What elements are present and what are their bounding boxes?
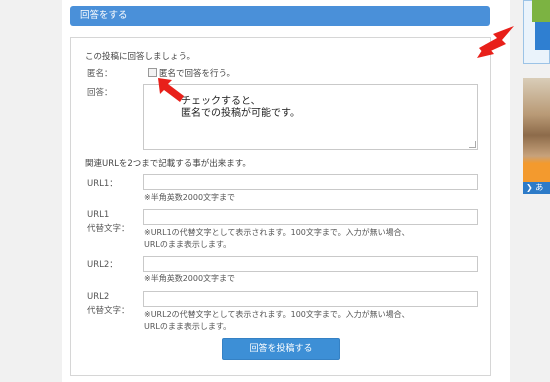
annotation-text-line1: チェックすると、 [181,96,261,107]
sidebar-green-tab[interactable] [532,0,550,22]
resize-grip-icon[interactable] [469,141,476,148]
url1-alt-hint-line1: ※URL1の代替文字として表示されます。100文字まで。入力が無い場合、 [144,228,410,237]
annotation-text-line2: 匿名での投稿が可能です。 [181,108,300,119]
url2-alt-hint-line1: ※URL2の代替文字として表示されます。100文字まで。入力が無い場合、 [144,310,410,319]
url1-alt-label-line2: 代替文字： [87,224,130,234]
url1-input[interactable] [143,174,478,190]
url2-hint: ※半角英数2000文字まで [144,274,236,283]
url2-alt-label-line1: URL2 [87,292,110,302]
url1-alt-label-line1: URL1 [87,210,110,220]
submit-answer-button[interactable]: 回答を投稿する [222,338,340,360]
form-intro: この投稿に回答しましょう。 [85,52,195,62]
url-intro: 関連URLを2つまで記載する事が出来ます。 [85,159,251,169]
arrow-right-annotation-icon [477,26,514,58]
url2-alt-label-line2: 代替文字： [87,306,130,316]
sidebar-photo[interactable] [523,78,550,182]
url2-input[interactable] [143,256,478,272]
url2-alt-input[interactable] [143,291,478,307]
section-title: 回答をする [80,10,128,21]
arrow-left-annotation-icon [158,78,184,102]
url2-alt-hint-line2: URLのまま表示します。 [144,322,232,331]
url2-label: URL2： [87,260,118,270]
sidebar-photo-caption[interactable]: ❯ あ [523,182,550,194]
url1-label: URL1： [87,179,118,189]
url1-alt-hint-line2: URLのまま表示します。 [144,240,232,249]
section-header: 回答をする [70,6,490,26]
answer-form: この投稿に回答しましょう。 匿名： 匿名で回答を行う。 回答： チェックすると、… [70,37,491,376]
url1-hint: ※半角英数2000文字まで [144,193,236,202]
anonymous-label: 匿名： [87,69,113,79]
url1-alt-input[interactable] [143,209,478,225]
answer-label: 回答： [87,88,113,98]
sidebar-blue-button[interactable] [535,22,550,50]
